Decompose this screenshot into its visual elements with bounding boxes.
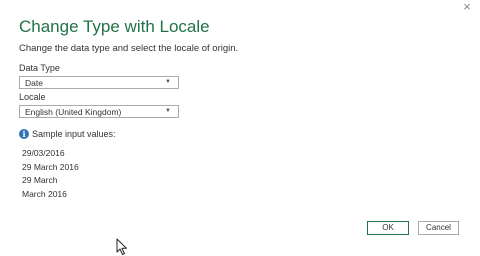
locale-label: Locale (19, 92, 46, 102)
chevron-down-icon: ▼ (165, 79, 171, 85)
mouse-pointer-icon (116, 238, 127, 255)
data-type-selected-value: Date (25, 78, 43, 88)
info-icon: i (19, 129, 29, 139)
close-icon[interactable]: × (460, 0, 474, 14)
data-type-label: Data Type (19, 63, 60, 73)
change-type-with-locale-dialog: × Change Type with Locale Change the dat… (0, 0, 480, 256)
dialog-subtitle: Change the data type and select the loca… (19, 43, 239, 54)
chevron-down-icon: ▼ (165, 108, 171, 114)
locale-selected-value: English (United Kingdom) (25, 107, 122, 117)
dialog-title: Change Type with Locale (19, 17, 210, 36)
data-type-select[interactable]: Date ▼ (19, 76, 179, 89)
locale-select[interactable]: English (United Kingdom) ▼ (19, 105, 179, 118)
sample-value: 29 March (22, 175, 58, 185)
sample-value: 29 March 2016 (22, 161, 79, 172)
sample-values-list: 29/03/2016 29 March 2016 29 March March … (22, 147, 79, 201)
sample-value: 29/03/2016 (22, 148, 65, 158)
sample-input-label: Sample input values: (32, 129, 116, 139)
sample-value: March 2016 (22, 188, 67, 199)
cancel-button[interactable]: Cancel (418, 221, 459, 235)
ok-button[interactable]: OK (367, 221, 409, 235)
